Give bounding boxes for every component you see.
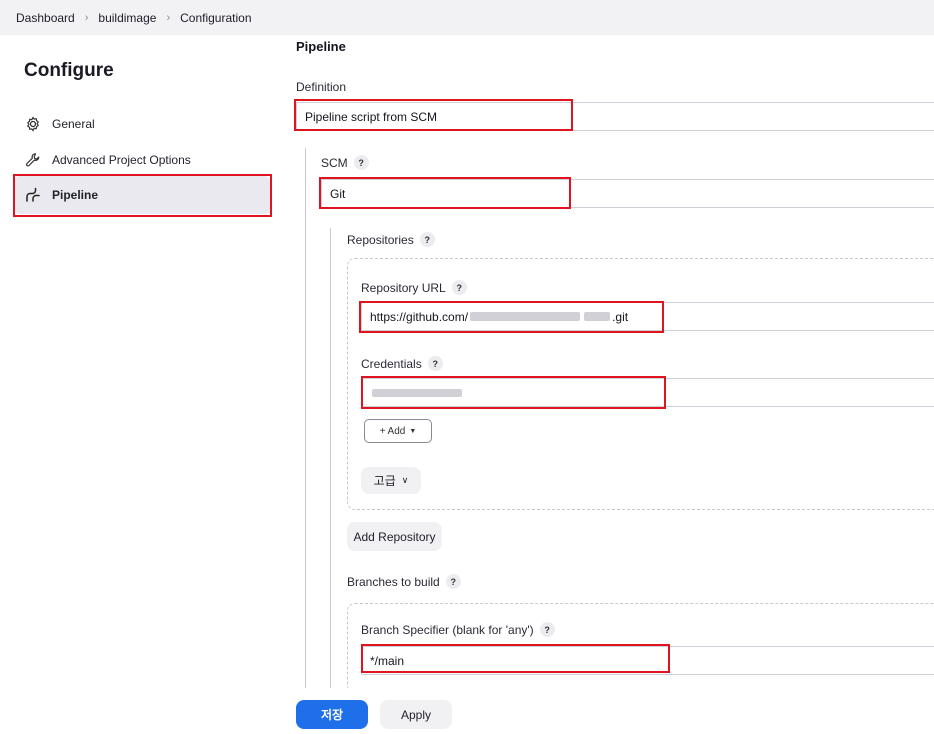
sidebar-item-advanced-project-options[interactable]: Advanced Project Options: [14, 141, 270, 179]
breadcrumb: Dashboard › buildimage › Configuration: [0, 0, 934, 35]
redacted-text: [372, 388, 462, 397]
sidebar-item-label: General: [52, 117, 95, 131]
definition-label: Definition: [296, 80, 347, 94]
branch-specifier-label: Branch Specifier (blank for 'any') ?: [361, 622, 555, 637]
redacted-text: [584, 312, 611, 321]
add-credentials-button[interactable]: + Add ▼: [364, 419, 432, 443]
sidebar-item-label: Pipeline: [52, 188, 99, 202]
credentials-select[interactable]: [361, 378, 934, 407]
breadcrumb-configuration[interactable]: Configuration: [180, 11, 251, 25]
bottom-action-bar: [276, 688, 934, 734]
repositories-label: Repositories ?: [347, 232, 435, 247]
branch-specifier-input[interactable]: */main: [361, 646, 934, 675]
help-icon[interactable]: ?: [445, 574, 461, 589]
scm-select[interactable]: Git: [321, 179, 934, 208]
add-repository-button[interactable]: Add Repository: [347, 522, 442, 551]
definition-select[interactable]: Pipeline script from SCM: [296, 102, 934, 131]
repository-url-input[interactable]: https://github.com/ .git: [361, 302, 934, 331]
sidebar-title: Configure: [24, 60, 114, 81]
redacted-text: [470, 312, 581, 321]
wrench-icon: [24, 151, 42, 169]
help-icon[interactable]: ?: [419, 232, 435, 247]
credentials-label: Credentials ?: [361, 356, 443, 371]
branches-label: Branches to build ?: [347, 574, 461, 589]
sidebar-item-pipeline[interactable]: Pipeline: [14, 176, 270, 214]
save-button[interactable]: 저장: [296, 700, 368, 729]
chevron-right-icon: ›: [166, 11, 171, 24]
pipeline-icon: [24, 186, 42, 204]
breadcrumb-dashboard[interactable]: Dashboard: [16, 11, 75, 25]
breadcrumb-buildimage[interactable]: buildimage: [98, 11, 156, 25]
plus-icon: +: [379, 425, 386, 437]
gear-icon: [24, 115, 42, 133]
help-icon[interactable]: ?: [353, 155, 369, 170]
help-icon[interactable]: ?: [427, 356, 443, 371]
chevron-right-icon: ›: [84, 11, 89, 24]
repository-url-label: Repository URL ?: [361, 280, 467, 295]
section-divider: [305, 148, 306, 688]
advanced-button[interactable]: 고급 ∨: [361, 467, 421, 494]
sidebar-item-general[interactable]: General: [14, 105, 270, 143]
sidebar-item-label: Advanced Project Options: [52, 153, 191, 167]
caret-down-icon: ▼: [409, 427, 417, 435]
scm-divider: [330, 228, 331, 688]
scm-label: SCM ?: [321, 155, 369, 170]
chevron-down-icon: ∨: [401, 475, 409, 485]
apply-button[interactable]: Apply: [380, 700, 452, 729]
help-icon[interactable]: ?: [451, 280, 467, 295]
section-title: Pipeline: [296, 39, 346, 54]
help-icon[interactable]: ?: [539, 622, 555, 637]
